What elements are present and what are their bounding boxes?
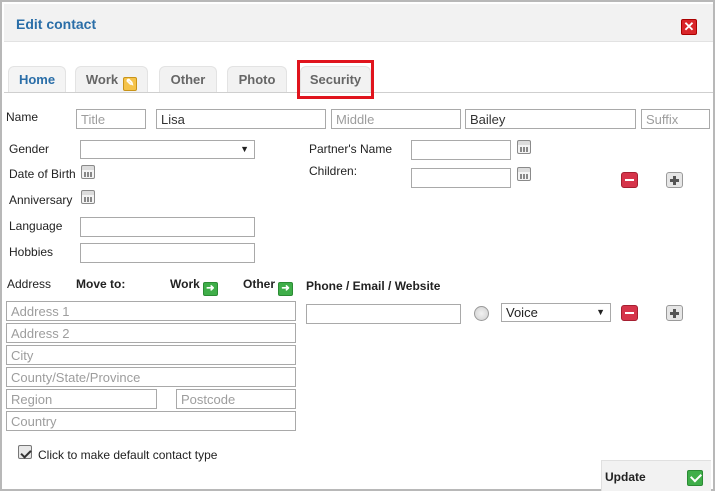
arrow-right-icon: ➜ [202,282,218,296]
gender-select[interactable]: ▼ [80,140,255,159]
address2-field[interactable] [6,323,296,343]
default-phone-radio[interactable] [474,306,489,321]
move-to-other-label: Other [243,277,276,291]
dialog-title: Edit contact [16,16,97,32]
language-label: Language [9,219,63,233]
edit-contact-dialog: Edit contact ✕ Home Work ✎ Other Photo Se… [0,0,715,491]
phone-email-website-label: Phone / Email / Website [306,279,441,293]
remove-child-minus-icon[interactable] [621,172,638,188]
tab-photo[interactable]: Photo [227,66,287,93]
last-name-field[interactable] [465,109,636,129]
title-field[interactable] [76,109,146,129]
tab-photo-label: Photo [238,72,276,87]
partner-name-field[interactable] [411,140,511,160]
county-field[interactable] [6,367,296,387]
title-bar: Edit contact ✕ [4,4,713,42]
language-field[interactable] [80,217,255,237]
name-label: Name [6,110,39,124]
move-to-work-button[interactable]: Work ➜ [170,277,218,296]
security-tab-highlight [297,60,374,99]
address-label: Address [7,277,52,291]
update-label: Update [605,470,646,484]
move-to-label: Move to: [76,277,126,291]
move-to-other-button[interactable]: Other ➜ [243,277,294,296]
phone-type-value: Voice [506,305,538,320]
address1-field[interactable] [6,301,296,321]
tab-home-label: Home [18,72,56,87]
tab-home[interactable]: Home [8,66,66,93]
update-bar: Update [601,460,711,491]
partner-label: Partner's Name [309,142,392,156]
tab-other[interactable]: Other [159,66,217,93]
middle-name-field[interactable] [331,109,461,129]
gender-label: Gender [9,142,50,156]
edit-icon: ✎ [123,77,138,91]
tab-work-label: Work [85,72,119,87]
postcode-field[interactable] [176,389,296,409]
children-field[interactable] [411,168,511,188]
dob-calendar-icon[interactable] [81,165,95,179]
region-field[interactable] [6,389,157,409]
chevron-down-icon: ▼ [596,307,605,317]
close-icon[interactable]: ✕ [681,19,697,35]
default-contact-type-checkbox[interactable] [18,445,32,459]
phone-type-select[interactable]: Voice ▼ [501,303,611,322]
dob-label: Date of Birth [9,167,76,181]
city-field[interactable] [6,345,296,365]
arrow-right-icon: ➜ [278,282,294,296]
anniversary-calendar-icon[interactable] [81,190,95,204]
add-child-plus-icon[interactable] [666,172,683,188]
hobbies-label: Hobbies [9,245,54,259]
move-to-work-label: Work [170,277,200,291]
hobbies-field[interactable] [80,243,255,263]
children-label: Children: [309,164,358,178]
first-name-field[interactable] [156,109,326,129]
tab-work[interactable]: Work ✎ [75,66,148,93]
phone-field[interactable] [306,304,461,324]
country-field[interactable] [6,411,296,431]
tab-other-label: Other [170,72,206,87]
default-contact-type-label: Click to make default contact type [38,448,218,462]
add-phone-plus-icon[interactable] [666,305,683,321]
suffix-field[interactable] [641,109,710,129]
anniversary-label: Anniversary [9,193,73,207]
remove-phone-minus-icon[interactable] [621,305,638,321]
partner-calendar-icon[interactable] [517,140,531,154]
chevron-down-icon: ▼ [240,144,249,154]
update-check-icon[interactable] [687,470,703,486]
children-calendar-icon[interactable] [517,167,531,181]
